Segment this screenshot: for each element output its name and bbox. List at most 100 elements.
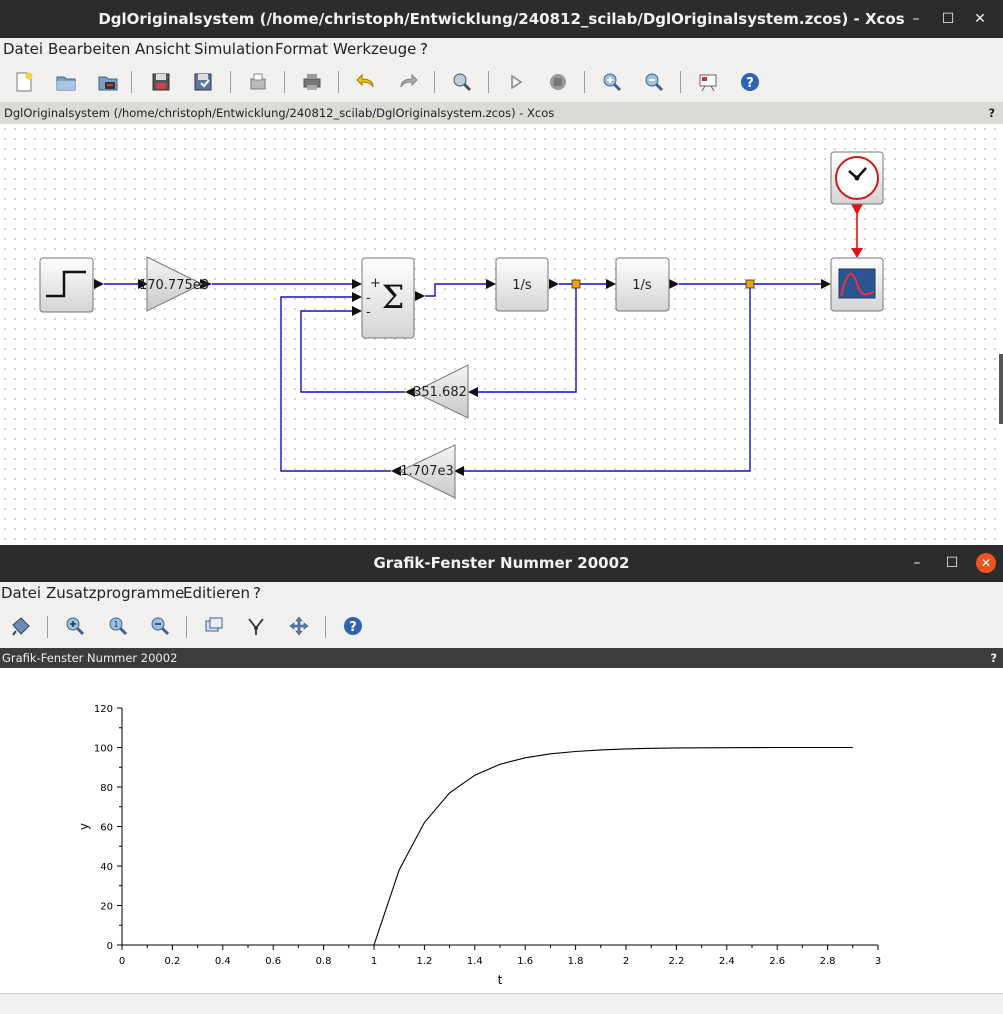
diagram-help-mark[interactable]: ? — [988, 102, 995, 124]
save-icon[interactable] — [150, 71, 172, 93]
x-tick-label: 2.6 — [769, 956, 785, 967]
toolbar-separator — [488, 71, 489, 93]
split-point-1[interactable] — [571, 279, 581, 289]
graphic-statusbar — [0, 993, 1003, 1014]
menu-simulation[interactable]: Simulation — [194, 40, 274, 58]
y-tick-label: 100 — [94, 744, 113, 755]
graphic-window-title: Grafik-Fenster Nummer 20002 — [373, 554, 630, 572]
graphic-help-mark[interactable]: ? — [990, 648, 997, 668]
scope-block[interactable] — [830, 257, 884, 312]
diagram-tab-title: DglOriginalsystem (/home/christoph/Entwi… — [4, 106, 555, 120]
zoom-in-icon[interactable] — [64, 615, 86, 637]
open-folder-icon[interactable] — [55, 71, 77, 93]
y-tick-label: 80 — [100, 783, 113, 794]
y-tick-label: 0 — [107, 941, 113, 952]
sum-symbol: Σ — [382, 278, 405, 316]
pan-move-icon[interactable] — [288, 615, 310, 637]
graphic-menu-editieren[interactable]: Editieren — [183, 584, 250, 602]
gain-block-input[interactable]: 170.775e3 — [139, 256, 209, 312]
open-recent-icon[interactable] — [97, 71, 119, 93]
x-tick-label: 1.8 — [568, 956, 584, 967]
x-tick-label: 0 — [119, 956, 125, 967]
diagram-canvas[interactable]: 170.775e3 + - - Σ 1/s 1/s 351.682 1.707e… — [0, 124, 1003, 545]
fit-zoom-icon[interactable] — [451, 71, 473, 93]
sum-block[interactable]: + - - Σ — [361, 257, 415, 339]
xcos-window-title: DglOriginalsystem (/home/christoph/Entwi… — [98, 10, 905, 28]
graphic-toolbar: 1 ? — [0, 606, 1003, 648]
graphic-menubar: Datei Zusatzprogramme Editieren ? — [0, 582, 1003, 606]
plot-area[interactable]: 0 0.2 0.4 0.6 0.8 1 1.2 1.4 1.6 1.8 2 2.2 2.4 2.6 2.8 3… — [0, 668, 1003, 993]
x-tick-label: 1.6 — [517, 956, 533, 967]
integrator-block-1[interactable]: 1/s — [495, 257, 549, 312]
toolbar-separator — [47, 616, 48, 638]
split-point-2[interactable] — [745, 279, 755, 289]
help-icon[interactable]: ? — [739, 71, 761, 93]
integrator-1-label: 1/s — [512, 278, 532, 293]
y-axis-label: y — [77, 823, 91, 830]
palette-browser-icon[interactable] — [697, 71, 719, 93]
x-tick-label: 1.4 — [467, 956, 483, 967]
event-input-arrow — [851, 248, 863, 258]
xcos-window: DglOriginalsystem (/home/christoph/Entwi… — [0, 0, 1003, 545]
export-icon[interactable] — [247, 71, 269, 93]
xcos-titlebar: DglOriginalsystem (/home/christoph/Entwi… — [0, 0, 1003, 38]
clock-block[interactable] — [830, 151, 884, 205]
gain-block-feedback-2[interactable]: 1.707e3 — [398, 444, 456, 499]
y-ticks: 0 20 40 60 80 100 120 — [94, 704, 122, 952]
gain-block-feedback-1[interactable]: 351.682 — [412, 364, 469, 419]
graphic-minimize-button[interactable]: – — [907, 553, 927, 573]
datatip-icon[interactable] — [245, 615, 267, 637]
graphic-maximize-button[interactable]: ☐ — [942, 553, 962, 573]
x-tick-label: 0.2 — [164, 956, 180, 967]
graphic-menu-zusatzprogramme[interactable]: Zusatzprogramme — [46, 584, 184, 602]
zoom-in-icon[interactable] — [601, 71, 623, 93]
graphic-menu-help[interactable]: ? — [253, 584, 261, 602]
close-button[interactable]: ✕ — [970, 9, 990, 29]
graphic-tab-title: Grafik-Fenster Nummer 20002 — [2, 651, 178, 665]
toolbar-separator — [230, 71, 231, 93]
zoom-out-icon[interactable] — [643, 71, 665, 93]
zoom-original-icon[interactable]: 1 — [107, 615, 129, 637]
help-icon[interactable]: ? — [342, 615, 364, 637]
link-fb2[interactable] — [464, 284, 751, 472]
event-output-arrow — [851, 204, 863, 215]
menu-format[interactable]: Format — [275, 40, 328, 58]
minimize-button[interactable]: – — [906, 9, 926, 29]
y-tick-label: 60 — [100, 823, 113, 834]
menu-help[interactable]: ? — [420, 40, 428, 58]
graphic-menu-datei[interactable]: Datei — [1, 584, 41, 602]
menu-datei[interactable]: Datei — [3, 40, 43, 58]
start-simulation-icon[interactable] — [505, 71, 527, 93]
x-tick-label: 2.8 — [820, 956, 836, 967]
sum-sign-3: - — [366, 305, 371, 320]
rotate-icon[interactable] — [203, 615, 225, 637]
canvas-scrollbar[interactable] — [999, 354, 1003, 424]
x-axis-label: t — [498, 973, 503, 987]
link-sum-to-integrator1[interactable] — [425, 283, 488, 297]
zoom-out-icon[interactable] — [149, 615, 171, 637]
sum-sign-1: + — [370, 276, 381, 291]
integrator-block-2[interactable]: 1/s — [615, 257, 670, 312]
menu-bearbeiten[interactable]: Bearbeiten — [48, 40, 130, 58]
x-tick-label: 2 — [623, 956, 629, 967]
xcos-toolbar: ? — [0, 62, 1003, 102]
maximize-button[interactable]: ☐ — [938, 9, 958, 29]
graphic-titlebar: Grafik-Fenster Nummer 20002 — [0, 545, 1003, 582]
graphic-close-button[interactable]: ✕ — [976, 553, 996, 573]
new-file-icon[interactable] — [13, 71, 35, 93]
toolbar-separator — [325, 616, 326, 638]
step-block[interactable] — [39, 257, 94, 313]
xcos-menubar: Datei Bearbeiten Ansicht Simulation Form… — [0, 38, 1003, 62]
menu-ansicht[interactable]: Ansicht — [135, 40, 190, 58]
figure-editor-icon[interactable] — [10, 615, 32, 637]
redo-icon[interactable] — [397, 71, 419, 93]
undo-icon[interactable] — [355, 71, 377, 93]
toolbar-separator — [434, 71, 435, 93]
svg-text:?: ? — [746, 76, 754, 91]
print-icon[interactable] — [301, 71, 323, 93]
stop-simulation-icon[interactable] — [547, 71, 569, 93]
line-chart: 0 0.2 0.4 0.6 0.8 1 1.2 1.4 1.6 1.8 2 2.2 2.4 2.6 2.8 3… — [77, 704, 881, 987]
menu-werkzeuge[interactable]: Werkzeuge — [333, 40, 416, 58]
toolbar-separator — [284, 71, 285, 93]
save-as-icon[interactable] — [192, 71, 214, 93]
